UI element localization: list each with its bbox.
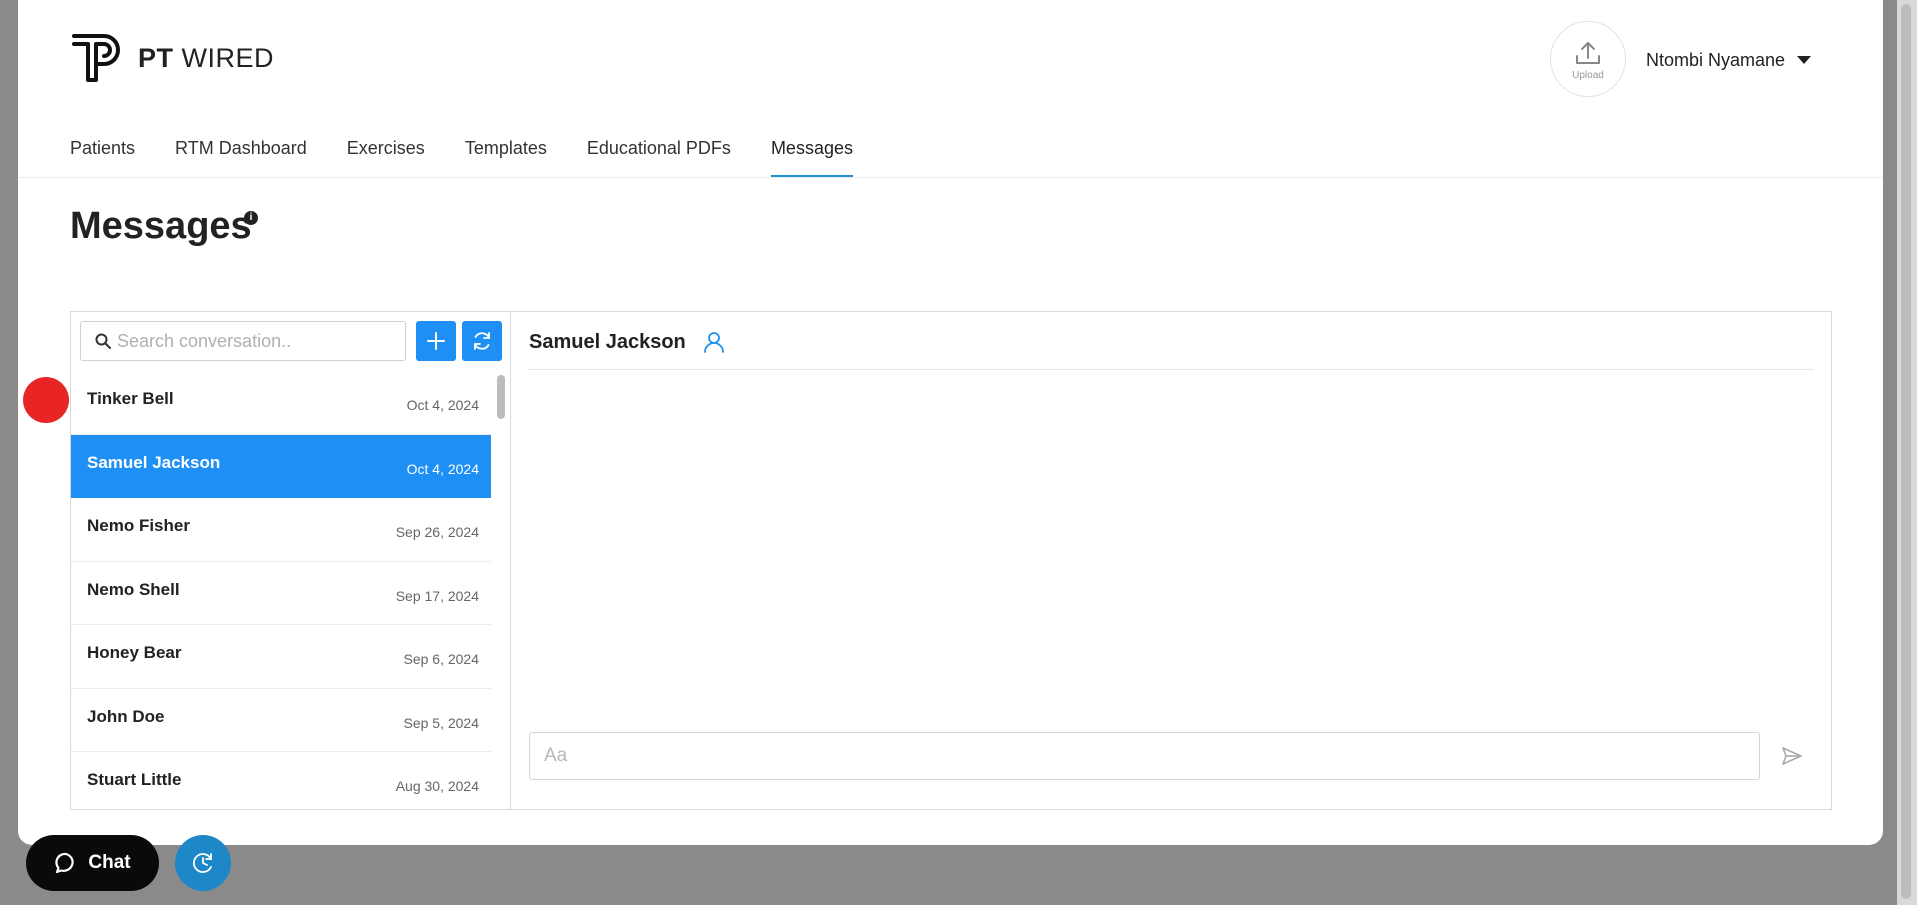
chat-bubble-icon [55, 852, 75, 874]
refresh-button[interactable] [462, 321, 502, 361]
conversation-item[interactable]: Nemo Fisher Sep 26, 2024 [71, 498, 491, 562]
chat-area: Samuel Jackson [512, 312, 1831, 809]
conversation-name: John Doe [87, 706, 165, 726]
upload-icon [1576, 41, 1600, 64]
history-button[interactable] [175, 835, 231, 891]
chat-recipient-name: Samuel Jackson [529, 330, 686, 353]
conversation-item[interactable]: Nemo Shell Sep 17, 2024 [71, 562, 491, 625]
conversation-date: Sep 6, 2024 [403, 651, 479, 668]
conversation-list[interactable]: Tinker Bell Oct 4, 2024 Samuel Jackson O… [71, 371, 491, 809]
nav-tab-templates[interactable]: Templates [465, 132, 547, 178]
nav-divider [18, 177, 1883, 178]
chat-header: Samuel Jackson [529, 330, 726, 354]
clock-icon [193, 853, 212, 873]
nav-tab-exercises[interactable]: Exercises [347, 132, 425, 178]
conversation-list-scrollbar-thumb[interactable] [497, 375, 505, 419]
conversation-name: Tinker Bell [87, 389, 174, 409]
upload-label: Upload [1572, 69, 1604, 81]
page-title: Messages [70, 205, 252, 247]
user-name: Ntombi Nyamane [1646, 49, 1786, 70]
search-field[interactable] [80, 321, 406, 361]
brand-name: PT WIRED [138, 42, 275, 73]
conversation-item[interactable]: John Doe Sep 5, 2024 [71, 689, 491, 752]
plus-icon [427, 332, 445, 350]
caret-down-icon [1797, 56, 1812, 64]
conversation-name: Stuart Little [87, 770, 182, 790]
nav-tab-rtm-dashboard[interactable]: RTM Dashboard [175, 132, 307, 178]
main-nav: Patients RTM Dashboard Exercises Templat… [70, 132, 854, 178]
chat-header-divider [529, 369, 1814, 370]
new-conversation-button[interactable] [416, 321, 456, 361]
conversation-item[interactable]: Honey Bear Sep 6, 2024 [71, 625, 491, 689]
nav-tab-messages[interactable]: Messages [770, 132, 854, 178]
chat-widget-label: Chat [88, 852, 131, 873]
conversation-name: Honey Bear [87, 643, 182, 663]
conversation-list-scrollbar[interactable] [494, 371, 508, 809]
app-window: PT WIRED Upload Ntombi Nyamane Patients … [18, 0, 1883, 845]
conversation-name: Nemo Fisher [87, 516, 190, 536]
conversation-item[interactable]: Stuart Little Aug 30, 2024 [71, 752, 491, 809]
nav-tab-educational-pdfs[interactable]: Educational PDFs [587, 132, 731, 178]
click-marker [23, 377, 69, 423]
message-input[interactable] [529, 732, 1760, 780]
conversation-date: Sep 5, 2024 [403, 714, 479, 731]
chat-widget-button[interactable]: Chat [26, 835, 159, 891]
nav-tab-patients[interactable]: Patients [70, 132, 135, 178]
conversation-name: Nemo Shell [87, 579, 180, 599]
refresh-icon [474, 332, 490, 350]
conversation-date: Aug 30, 2024 [395, 778, 479, 795]
upload-button[interactable]: Upload [1550, 21, 1626, 97]
conversation-date: Oct 4, 2024 [406, 397, 479, 414]
send-icon[interactable] [1780, 744, 1804, 768]
window-scrollbar[interactable] [1897, 0, 1917, 905]
conversation-sidebar: Tinker Bell Oct 4, 2024 Samuel Jackson O… [71, 312, 511, 809]
user-menu[interactable]: Ntombi Nyamane [1646, 46, 1812, 74]
conversation-item[interactable]: Tinker Bell Oct 4, 2024 [71, 371, 491, 435]
window-scrollbar-thumb[interactable] [1901, 4, 1911, 899]
conversation-item-selected[interactable]: Samuel Jackson Oct 4, 2024 [71, 434, 491, 498]
info-icon[interactable]: i [244, 211, 258, 225]
conversation-name: Samuel Jackson [87, 452, 221, 472]
search-icon [95, 333, 111, 349]
pt-logo-icon [72, 34, 120, 82]
brand-logo[interactable]: PT WIRED [70, 30, 274, 86]
conversation-date: Sep 17, 2024 [395, 587, 479, 604]
conversation-date: Oct 4, 2024 [406, 460, 479, 477]
search-input[interactable] [117, 330, 397, 352]
user-icon[interactable] [702, 330, 726, 354]
conversation-date: Sep 26, 2024 [395, 524, 479, 541]
messages-panel: Tinker Bell Oct 4, 2024 Samuel Jackson O… [70, 311, 1832, 810]
